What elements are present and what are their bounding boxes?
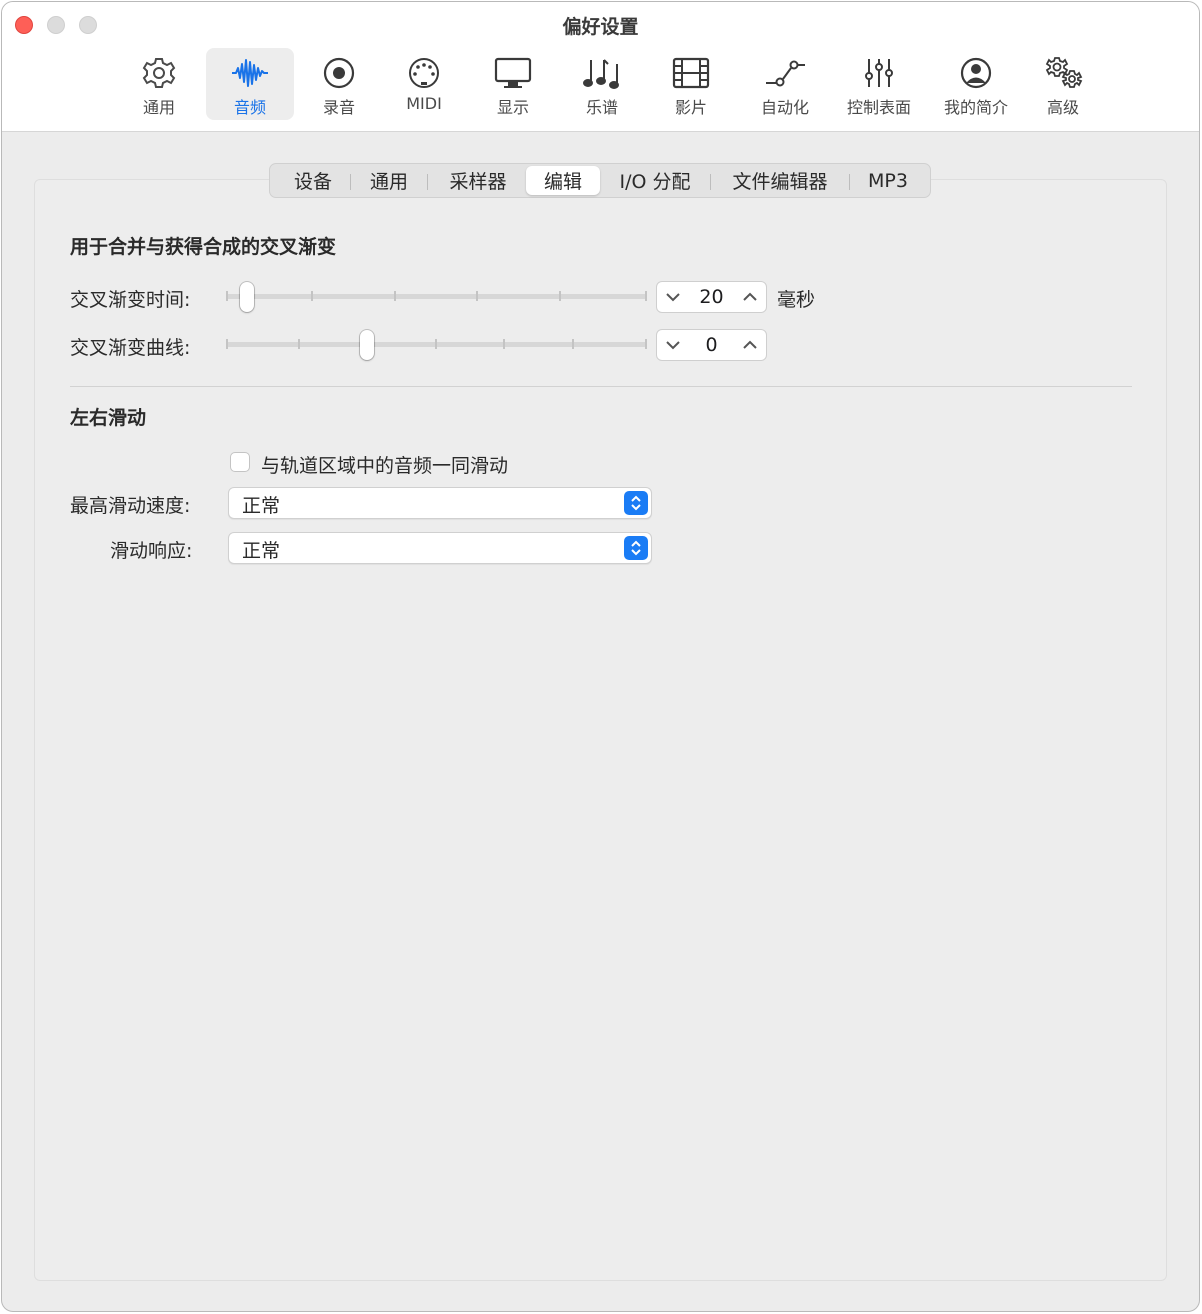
gear-icon <box>142 58 176 88</box>
slider-thumb[interactable] <box>360 330 374 360</box>
toolbar-item-score[interactable]: 乐谱 <box>562 48 642 120</box>
toolbar-label: 通用 <box>142 98 175 117</box>
tab-devices[interactable]: 设备 <box>280 166 346 195</box>
tab-mp3[interactable]: MP3 <box>854 166 922 195</box>
tab-io-assignments[interactable]: I/O 分配 <box>604 166 706 195</box>
crossfade-section-title: 用于合并与获得合成的交叉渐变 <box>70 236 337 258</box>
crossfade-curve-value[interactable]: 0 <box>687 334 736 356</box>
toolbar-item-midi[interactable]: MIDI <box>384 48 464 120</box>
gears-icon <box>1045 57 1083 88</box>
toolbar-item-automation[interactable]: 自动化 <box>742 48 828 120</box>
faders-icon <box>865 59 893 87</box>
crossfade-curve-label: 交叉渐变曲线: <box>70 337 191 359</box>
tab-separator <box>427 174 428 190</box>
toolbar-label: 显示 <box>496 98 529 117</box>
crossfade-time-value[interactable]: 20 <box>687 286 736 308</box>
max-scrub-speed-popup[interactable]: 正常 <box>228 487 652 519</box>
monitor-icon <box>494 57 532 88</box>
record-icon <box>323 57 355 89</box>
slider-thumb[interactable] <box>240 282 254 312</box>
chevron-down-icon[interactable] <box>663 287 683 307</box>
tab-bar: 设备 通用 采样器 编辑 I/O 分配 文件编辑器 MP3 <box>269 163 931 198</box>
max-scrub-speed-label: 最高滑动速度: <box>70 495 191 517</box>
chevron-down-icon[interactable] <box>663 335 683 355</box>
crossfade-curve-stepper[interactable]: 0 <box>656 329 767 361</box>
midi-connector-icon <box>409 58 439 88</box>
tab-separator <box>350 174 351 190</box>
toolbar-item-display[interactable]: 显示 <box>474 48 552 120</box>
scrub-response-popup[interactable]: 正常 <box>228 532 652 564</box>
tab-separator <box>849 174 850 190</box>
toolbar-label: 自动化 <box>760 98 809 117</box>
toolbar-item-control-surfaces[interactable]: 控制表面 <box>838 48 920 120</box>
music-notes-icon <box>583 59 619 89</box>
toolbar-item-general[interactable]: 通用 <box>120 48 198 120</box>
scrub-response-value: 正常 <box>242 540 281 562</box>
toolbar-label: 我的简介 <box>943 98 1008 117</box>
crossfade-time-label: 交叉渐变时间: <box>70 289 191 311</box>
chevron-up-icon[interactable] <box>740 335 760 355</box>
chevron-up-down-icon <box>624 536 648 560</box>
window-title: 偏好设置 <box>562 16 639 38</box>
toolbar-item-audio[interactable]: 音频 <box>206 48 294 120</box>
chevron-up-down-icon <box>624 491 648 515</box>
scrub-response-label: 滑动响应: <box>110 540 193 562</box>
toolbar-item-movie[interactable]: 影片 <box>652 48 730 120</box>
scrub-with-audio-checkbox[interactable] <box>230 452 250 472</box>
scrub-section-title: 左右滑动 <box>70 407 147 429</box>
toolbar-item-recording[interactable]: 录音 <box>300 48 378 120</box>
waveform-icon <box>232 59 268 87</box>
automation-curve-icon <box>766 60 805 87</box>
preferences-window: 偏好设置 通用 音频 录音 MIDI 显示 乐谱 影片 自动化 控制表面 我的简… <box>1 1 1200 1312</box>
tab-general[interactable]: 通用 <box>356 166 422 195</box>
toolbar-label: 音频 <box>233 98 266 117</box>
film-icon <box>672 57 710 89</box>
scrub-with-audio-label[interactable]: 与轨道区域中的音频一同滑动 <box>261 451 508 478</box>
tab-sampler[interactable]: 采样器 <box>433 166 523 195</box>
toolbar-label: 控制表面 <box>846 98 911 117</box>
tab-separator <box>710 174 711 190</box>
crossfade-time-stepper[interactable]: 20 <box>656 281 767 313</box>
toolbar-label: 录音 <box>322 98 355 117</box>
chevron-up-icon[interactable] <box>740 287 760 307</box>
toolbar-label: 乐谱 <box>585 98 618 117</box>
toolbar-label: 高级 <box>1046 98 1079 117</box>
toolbar: 偏好设置 通用 音频 录音 MIDI 显示 乐谱 影片 自动化 控制表面 我的简… <box>2 2 1199 132</box>
toolbar-item-advanced[interactable]: 高级 <box>1024 48 1102 120</box>
section-divider <box>70 386 1132 387</box>
max-scrub-speed-value: 正常 <box>242 495 281 517</box>
toolbar-label: MIDI <box>406 94 442 113</box>
tab-editing[interactable]: 编辑 <box>526 166 600 195</box>
tab-file-editor[interactable]: 文件编辑器 <box>715 166 845 195</box>
toolbar-item-my-info[interactable]: 我的简介 <box>934 48 1018 120</box>
crossfade-time-unit: 毫秒 <box>777 289 816 311</box>
person-circle-icon <box>960 57 992 89</box>
toolbar-label: 影片 <box>674 98 707 117</box>
